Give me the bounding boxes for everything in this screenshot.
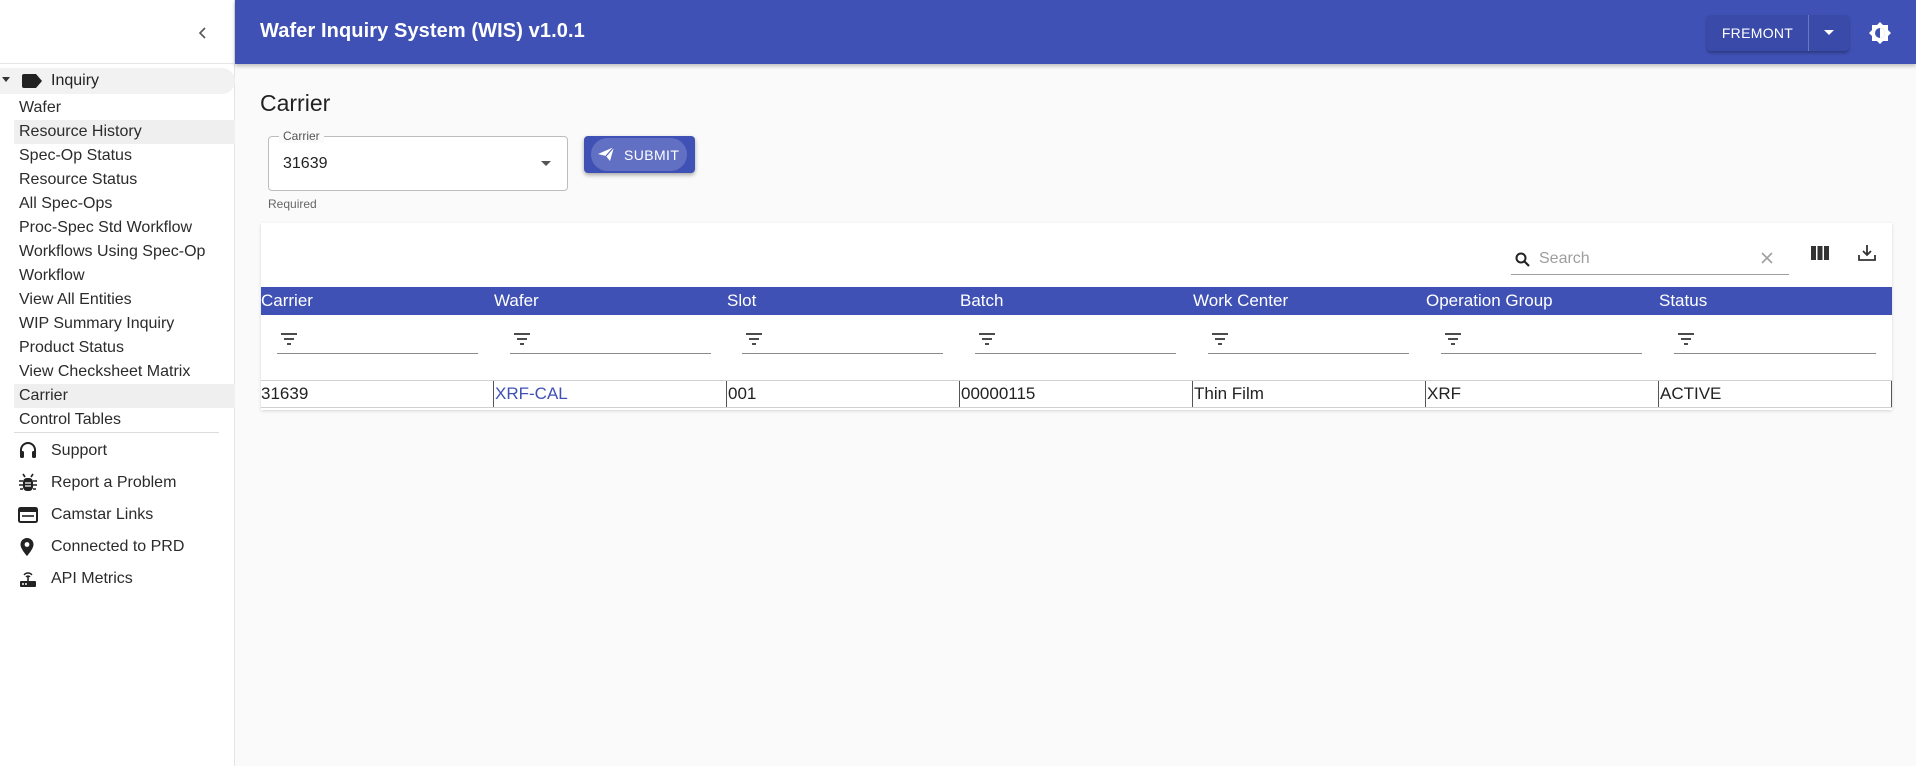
- column-header-operation-group[interactable]: Operation Group: [1426, 291, 1553, 311]
- results-table: Carrier Wafer Slot Batch Work Center Ope…: [261, 223, 1892, 410]
- sidebar-item-wafer[interactable]: Wafer: [14, 96, 235, 120]
- location-pin-icon: [20, 538, 34, 556]
- filter-list-icon: [514, 333, 530, 345]
- table-search: [1511, 243, 1789, 275]
- filter-list-icon: [281, 333, 297, 345]
- nav-group-inquiry[interactable]: Inquiry: [0, 68, 235, 94]
- table-row[interactable]: 31639 XRF-CAL 001 00000115 Thin Film XRF…: [261, 380, 1892, 408]
- download-icon[interactable]: [1858, 244, 1876, 262]
- filter-list-icon: [1445, 333, 1461, 345]
- column-header-batch[interactable]: Batch: [960, 291, 1003, 311]
- divider: [0, 63, 235, 64]
- cell-batch: 00000115: [959, 381, 1192, 407]
- submit-label: SUBMIT: [624, 147, 680, 163]
- cell-carrier: 31639: [261, 384, 309, 403]
- site-dropdown-button[interactable]: [1809, 15, 1849, 51]
- filter-list-icon: [1678, 333, 1694, 345]
- sidebar-item-label: Report a Problem: [51, 474, 177, 491]
- filter-carrier[interactable]: [277, 324, 478, 354]
- column-header-slot[interactable]: Slot: [727, 291, 756, 311]
- search-input[interactable]: [1539, 247, 1749, 271]
- cell-slot: 001: [726, 381, 959, 407]
- sidebar-item-carrier[interactable]: Carrier: [14, 384, 235, 408]
- router-icon: [20, 572, 36, 587]
- page-title: Carrier: [260, 90, 331, 116]
- clear-icon[interactable]: [1761, 252, 1773, 264]
- sidebar-item-label: Camstar Links: [51, 506, 154, 523]
- filter-row: [261, 315, 1892, 365]
- sidebar-item-resource-status[interactable]: Resource Status: [14, 168, 235, 192]
- view-columns-icon[interactable]: [1811, 245, 1829, 261]
- label-tag-icon: [22, 74, 42, 88]
- sidebar-item-view-all-entities[interactable]: View All Entities: [14, 288, 235, 312]
- filter-batch[interactable]: [975, 324, 1176, 354]
- sidebar-extra-links: Support Report a Problem Camstar Links C…: [18, 435, 228, 595]
- column-header-work-center[interactable]: Work Center: [1193, 291, 1288, 311]
- cell-work-center: Thin Film: [1192, 381, 1425, 407]
- filter-slot[interactable]: [742, 324, 943, 354]
- sidebar-item-all-spec-ops[interactable]: All Spec-Ops: [14, 192, 235, 216]
- collapse-sidebar-button[interactable]: [190, 20, 216, 46]
- sidebar-item-wip-summary-inquiry[interactable]: WIP Summary Inquiry: [14, 312, 235, 336]
- cell-operation-group: XRF: [1425, 381, 1658, 407]
- sidebar-item-support[interactable]: Support: [18, 435, 228, 467]
- carrier-field-label: Carrier: [279, 129, 324, 143]
- sidebar-item-api-metrics[interactable]: API Metrics: [18, 563, 228, 595]
- cell-wafer-link[interactable]: XRF-CAL: [493, 381, 726, 407]
- divider: [14, 432, 219, 433]
- sidebar-item-label: Connected to PRD: [51, 538, 185, 555]
- filter-list-icon: [1212, 333, 1228, 345]
- submit-button[interactable]: SUBMIT: [584, 136, 695, 173]
- search-icon: [1515, 252, 1530, 267]
- cell-status: ACTIVE: [1658, 381, 1891, 407]
- app-title: Wafer Inquiry System (WIS) v1.0.1: [260, 20, 585, 42]
- filter-wafer[interactable]: [510, 324, 711, 354]
- filter-list-icon: [746, 333, 762, 345]
- arrow-drop-down-icon: [1824, 30, 1834, 35]
- site-selector: FREMONT: [1707, 15, 1849, 51]
- chevron-left-icon: [198, 27, 206, 39]
- sidebar-item-control-tables[interactable]: Control Tables: [14, 408, 235, 432]
- sidebar-item-report-a-problem[interactable]: Report a Problem: [18, 467, 228, 499]
- sidebar-item-product-status[interactable]: Product Status: [14, 336, 235, 360]
- column-header-status[interactable]: Status: [1659, 291, 1707, 311]
- column-header-carrier[interactable]: Carrier: [261, 291, 313, 311]
- sidebar-item-workflow[interactable]: Workflow: [14, 264, 235, 288]
- sidebar-item-proc-spec-std-workflow[interactable]: Proc-Spec Std Workflow: [14, 216, 235, 240]
- sidebar-item-resource-history[interactable]: Resource History: [14, 120, 235, 144]
- web-window-icon: [18, 507, 38, 523]
- arrow-drop-down-icon: [541, 161, 551, 166]
- sidebar-item-view-checksheet-matrix[interactable]: View Checksheet Matrix: [14, 360, 235, 384]
- brightness-icon: [1869, 22, 1891, 44]
- sidebar-item-connected-to-prd[interactable]: Connected to PRD: [18, 531, 228, 563]
- column-header-wafer[interactable]: Wafer: [494, 291, 539, 311]
- carrier-select[interactable]: Carrier 31639: [268, 129, 568, 191]
- sidebar: Inquiry Wafer Resource History Spec-Op S…: [0, 0, 235, 766]
- carrier-helper-text: Required: [268, 197, 317, 211]
- sidebar-item-workflows-using-spec-op[interactable]: Workflows Using Spec-Op: [14, 240, 235, 264]
- sidebar-item-spec-op-status[interactable]: Spec-Op Status: [14, 144, 235, 168]
- headset-icon: [20, 442, 36, 458]
- caret-down-icon: [2, 77, 10, 82]
- send-icon: [598, 147, 614, 161]
- nav-group-label: Inquiry: [51, 72, 100, 89]
- app-bar: Wafer Inquiry System (WIS) v1.0.1 FREMON…: [235, 0, 1916, 64]
- filter-operation-group[interactable]: [1441, 324, 1642, 354]
- filter-work-center[interactable]: [1208, 324, 1409, 354]
- theme-toggle-button[interactable]: [1867, 20, 1893, 46]
- inquiry-submenu: Wafer Resource History Spec-Op Status Re…: [14, 96, 235, 432]
- bug-icon: [19, 473, 37, 491]
- cell-border: [1891, 381, 1892, 407]
- table-header: Carrier Wafer Slot Batch Work Center Ope…: [261, 287, 1892, 315]
- filter-status[interactable]: [1674, 324, 1876, 354]
- sidebar-item-label: Support: [51, 442, 108, 459]
- carrier-field-value: 31639: [283, 155, 328, 172]
- site-button[interactable]: FREMONT: [1707, 15, 1809, 51]
- sidebar-item-label: API Metrics: [51, 570, 133, 587]
- filter-list-icon: [979, 333, 995, 345]
- sidebar-item-camstar-links[interactable]: Camstar Links: [18, 499, 228, 531]
